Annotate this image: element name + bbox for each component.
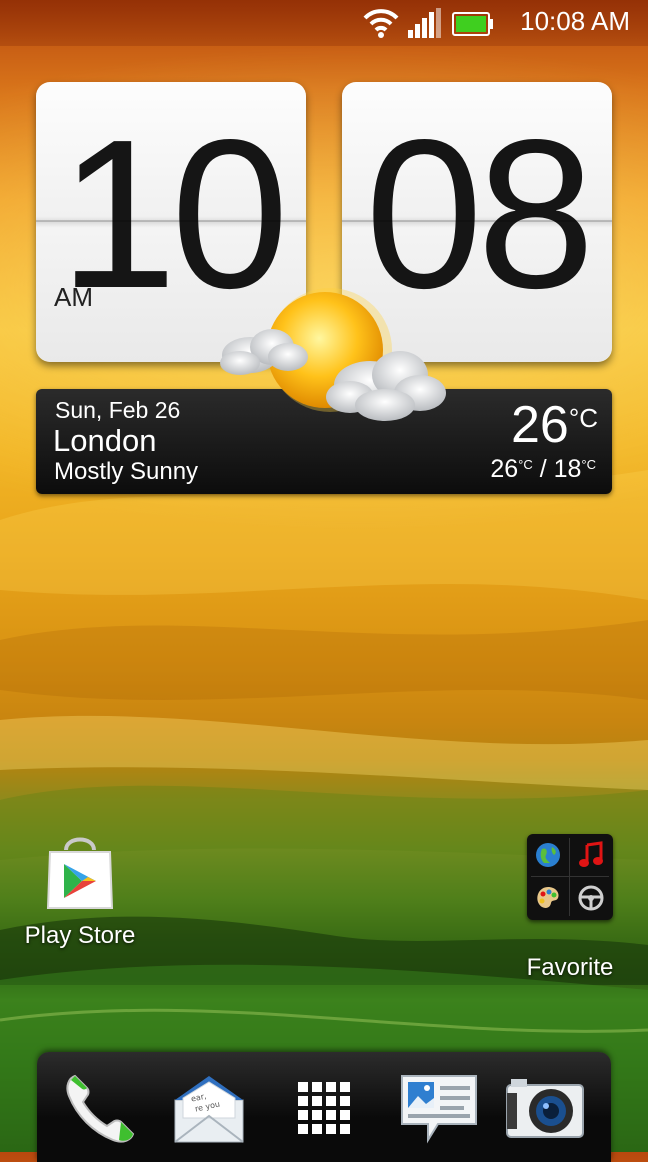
favorite-folder-icon: [527, 834, 613, 920]
wifi-icon: [363, 9, 399, 38]
play-store-icon: [46, 837, 114, 909]
weather-low-unit: °C: [581, 457, 596, 472]
weather-city: London: [53, 423, 157, 458]
weather-temp-value: 26: [510, 396, 569, 454]
weather-low: 18: [553, 455, 582, 483]
dock-messages[interactable]: [397, 1066, 481, 1150]
clock-ampm: AM: [54, 282, 93, 312]
music-icon: [579, 841, 603, 867]
dock-phone[interactable]: [59, 1066, 143, 1150]
dock-app-drawer[interactable]: [282, 1066, 366, 1150]
status-bar: 10:08 AM: [0, 0, 648, 46]
dock-mail[interactable]: ear, re you: [167, 1066, 251, 1150]
app-label-favorite: Favorite: [526, 954, 614, 981]
sun-with-clouds-icon: [220, 288, 446, 421]
signal-icon: [408, 8, 441, 38]
phone-icon: [66, 1074, 135, 1143]
weather-range: 26°C / 18°C: [490, 455, 596, 483]
steering-wheel-icon: [578, 885, 604, 911]
weather-date: Sun, Feb 26: [55, 397, 181, 423]
app-play-store[interactable]: Play Store: [14, 834, 146, 950]
battery-icon: [452, 12, 493, 36]
app-drawer-icon: [298, 1082, 350, 1134]
status-time: 10:08 AM: [520, 6, 630, 36]
messages-icon: [401, 1075, 477, 1144]
app-label-play-store: Play Store: [24, 922, 136, 949]
weather-high-unit: °C: [518, 457, 533, 472]
weather-high: 26: [490, 455, 519, 483]
dock-camera[interactable]: [503, 1066, 587, 1150]
weather-temp-unit: °C: [568, 403, 598, 433]
palette-icon: [537, 887, 559, 908]
camera-icon: [506, 1079, 584, 1138]
weather-temperature: 26°C: [511, 395, 598, 455]
mail-icon: ear, re you: [174, 1076, 244, 1143]
weather-condition: Mostly Sunny: [54, 458, 199, 485]
globe-icon: [536, 843, 560, 867]
app-favorite-folder[interactable]: Favorite: [508, 834, 632, 982]
dock: ear, re you: [37, 1052, 611, 1162]
